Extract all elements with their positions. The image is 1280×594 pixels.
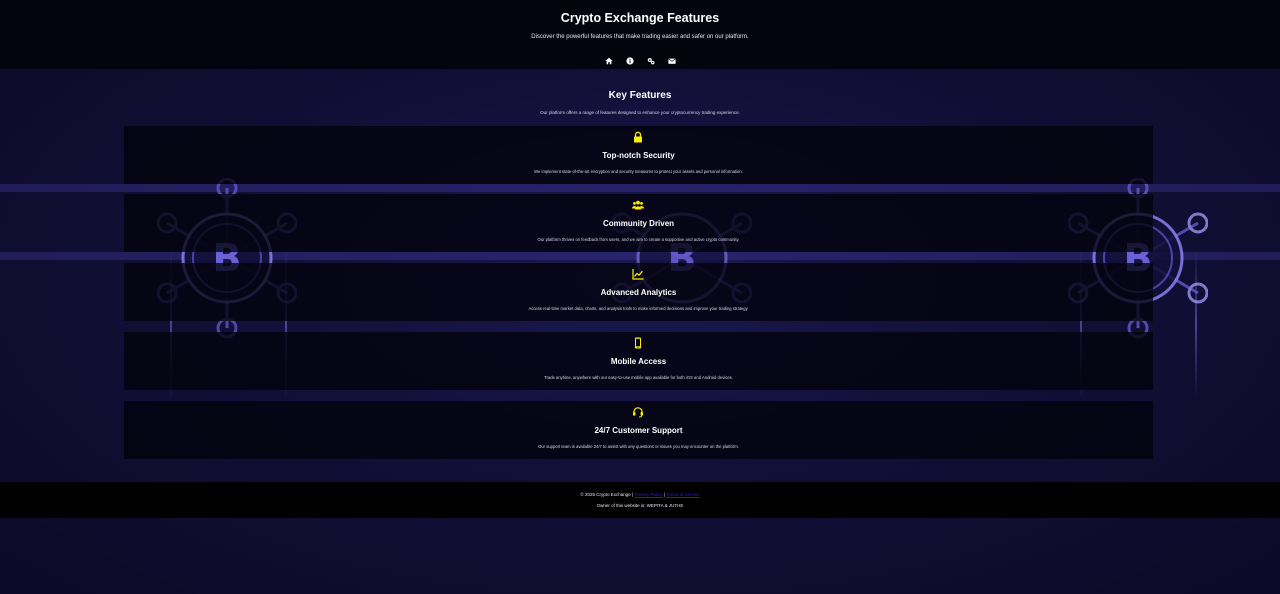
nav-contact[interactable] [667,57,676,66]
feature-title: 24/7 Customer Support [594,426,683,435]
footer-separator: | [663,492,665,497]
info-icon [625,57,634,65]
mobile-icon [631,336,645,350]
home-icon [604,57,613,65]
footer-links-line: © 2025 Crypto Exchange | Privacy Policy … [0,492,1280,497]
gears-icon [647,57,655,65]
feature-text: Trade anytime, anywhere with our easy-to… [544,375,733,380]
feature-title: Advanced Analytics [600,288,677,297]
terms-of-service-link[interactable]: Terms of Service [666,492,700,497]
feature-card-community: Community Driven Our platform thrives on… [124,194,1153,252]
feature-card-analytics: Advanced Analytics Access real-time mark… [124,263,1153,321]
privacy-policy-link[interactable]: Privacy Policy [634,492,662,497]
feature-text: Our platform thrives on feedback from us… [537,237,740,242]
envelope-icon [667,58,676,64]
top-nav [0,56,1280,66]
feature-title: Mobile Access [610,357,667,366]
nav-home[interactable] [604,57,613,66]
page-subtitle: Discover the powerful features that make… [531,34,749,40]
features-intro: Our platform offers a range of features … [540,110,740,115]
feature-card-support: 24/7 Customer Support Our support team i… [124,401,1153,459]
feature-card-security: Top-notch Security We implement state-of… [124,126,1153,184]
feature-text: Access real-time market data, charts, an… [528,306,749,311]
headset-icon [631,405,645,419]
owner-text: Owner of this website is: WEPITA & JUTHE [596,503,684,508]
site-footer: © 2025 Crypto Exchange | Privacy Policy … [0,482,1280,518]
chart-line-icon [631,267,645,281]
feature-text: Our support team is available 24/7 to as… [538,444,739,449]
lock-icon [631,130,645,144]
feature-card-mobile: Mobile Access Trade anytime, anywhere wi… [124,332,1153,390]
nav-about[interactable] [625,57,634,66]
site-header: Crypto Exchange Features Discover the po… [0,0,1280,69]
feature-title: Community Driven [602,219,675,228]
page-title: Crypto Exchange Features [560,11,720,25]
feature-text: We implement state-of-the-art encryption… [534,169,743,174]
features-heading: Key Features [608,90,672,101]
copyright-text: © 2025 Crypto Exchange | [580,492,634,497]
nav-features[interactable] [646,57,655,66]
feature-title: Top-notch Security [602,151,675,160]
users-icon [631,198,645,212]
